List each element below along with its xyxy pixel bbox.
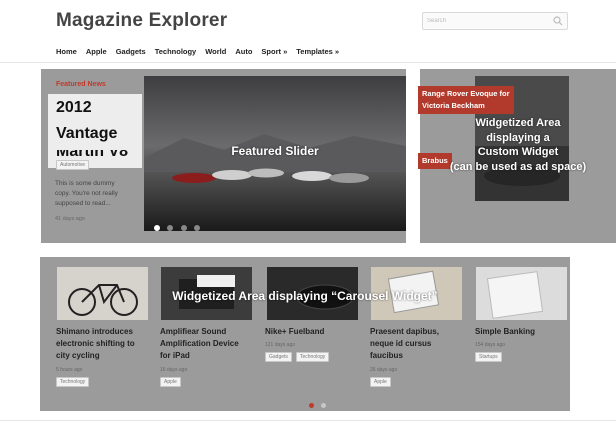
card-tag[interactable]: Technology [296, 352, 330, 362]
caption-line: displaying a [486, 131, 550, 144]
featured-desc-line: This is some dummy [55, 180, 115, 187]
card-tag[interactable]: Apple [160, 377, 181, 387]
slider-pagination [154, 218, 201, 231]
card-time: 16 days ago [160, 367, 188, 373]
card-tag[interactable]: Technology [56, 377, 90, 387]
featured-tag[interactable]: Automotive [56, 160, 90, 170]
carousel-card-title[interactable]: Simple Banking [475, 326, 535, 338]
featured-desc-line: supposed to read... [55, 200, 111, 207]
card-title-line: Nike+ Fuelband [265, 327, 325, 336]
carousel-widget-caption: Widgetized Area displaying “Carousel Wid… [172, 289, 438, 303]
nav-item-sport[interactable]: Sport » [261, 47, 287, 59]
nav-item-apple[interactable]: Apple [86, 47, 107, 59]
side-title-line: Range Rover Evoque for [422, 89, 510, 98]
nav-item-gadgets[interactable]: Gadgets [116, 47, 146, 59]
slider-dot[interactable] [180, 225, 187, 231]
card-title-line: Amplification Device [160, 339, 239, 348]
card-tag[interactable]: Gadgets [265, 352, 292, 362]
caption-line: (can be used as ad space) [449, 160, 587, 173]
slider-dot[interactable] [167, 225, 174, 231]
card-time: 154 days ago [475, 342, 506, 348]
card-title-line: faucibus [370, 351, 403, 360]
slider-dot[interactable] [154, 225, 160, 231]
card-tag[interactable]: Apple [370, 377, 391, 387]
card-title-line: for iPad [160, 351, 190, 360]
featured-description: This is some dummy copy. You're not real… [55, 179, 140, 209]
nav-item-templates[interactable]: Templates » [296, 47, 339, 59]
card-title-line: city cycling [56, 351, 100, 360]
featured-label: Featured News [56, 81, 106, 88]
card-title-line: Simple Banking [475, 327, 536, 336]
card-time: 121 days ago [265, 342, 296, 348]
card-title-line: neque id cursus [370, 339, 432, 348]
card-title-line: electronic shifting to [56, 339, 135, 348]
header-divider [0, 62, 616, 63]
carousel-card-title[interactable]: Praesent dapibus, neque id cursus faucib… [370, 326, 439, 362]
search-box[interactable] [422, 12, 568, 30]
card-title-line: Shimano introduces [56, 327, 133, 336]
search-input[interactable] [427, 15, 547, 27]
featured-time: 41 days ago [55, 216, 85, 222]
footer-divider [0, 420, 616, 421]
slider-dot[interactable] [194, 225, 201, 231]
carousel-card-title[interactable]: Shimano introduces electronic shifting t… [56, 326, 135, 362]
site-logo[interactable]: Magazine Explorer [56, 10, 227, 32]
carousel-card-title[interactable]: Nike+ Fuelband [265, 326, 324, 338]
featured-hero-image[interactable]: Featured Slider [144, 76, 406, 231]
caption-line: Custom Widget [477, 146, 559, 158]
carousel-dot[interactable] [309, 403, 314, 408]
nav-item-auto[interactable]: Auto [235, 47, 252, 59]
card-title-line: Amplifiear Sound [160, 327, 227, 336]
featured-title-line2[interactable]: Vantage [48, 120, 140, 150]
side-article-title-1[interactable]: Range Rover Evoque for Victoria Beckham [418, 86, 514, 114]
custom-widget-caption: Widgetized Area displaying a Custom Widg… [420, 116, 616, 174]
nav-item-world[interactable]: World [205, 47, 226, 59]
card-title-line: Praesent dapibus, [370, 327, 439, 336]
carousel-dot[interactable] [321, 403, 327, 408]
featured-desc-line: copy. You're not really [55, 190, 118, 197]
featured-slider-caption: Featured Slider [231, 144, 319, 158]
side-title-line: Victoria Beckham [422, 101, 485, 110]
carousel-pagination [309, 395, 327, 413]
nav-item-technology[interactable]: Technology [155, 47, 197, 59]
card-time: 5 hours ago [56, 367, 83, 373]
caption-line: Widgetized Area [475, 117, 561, 129]
search-icon[interactable] [553, 16, 563, 26]
main-nav: Home Apple Gadgets Technology World Auto… [56, 47, 348, 59]
card-time: 26 days ago [370, 367, 398, 373]
card-tag[interactable]: Startups [475, 352, 502, 362]
nav-item-home[interactable]: Home [56, 47, 77, 59]
carousel-card-title[interactable]: Amplifiear Sound Amplification Device fo… [160, 326, 239, 362]
